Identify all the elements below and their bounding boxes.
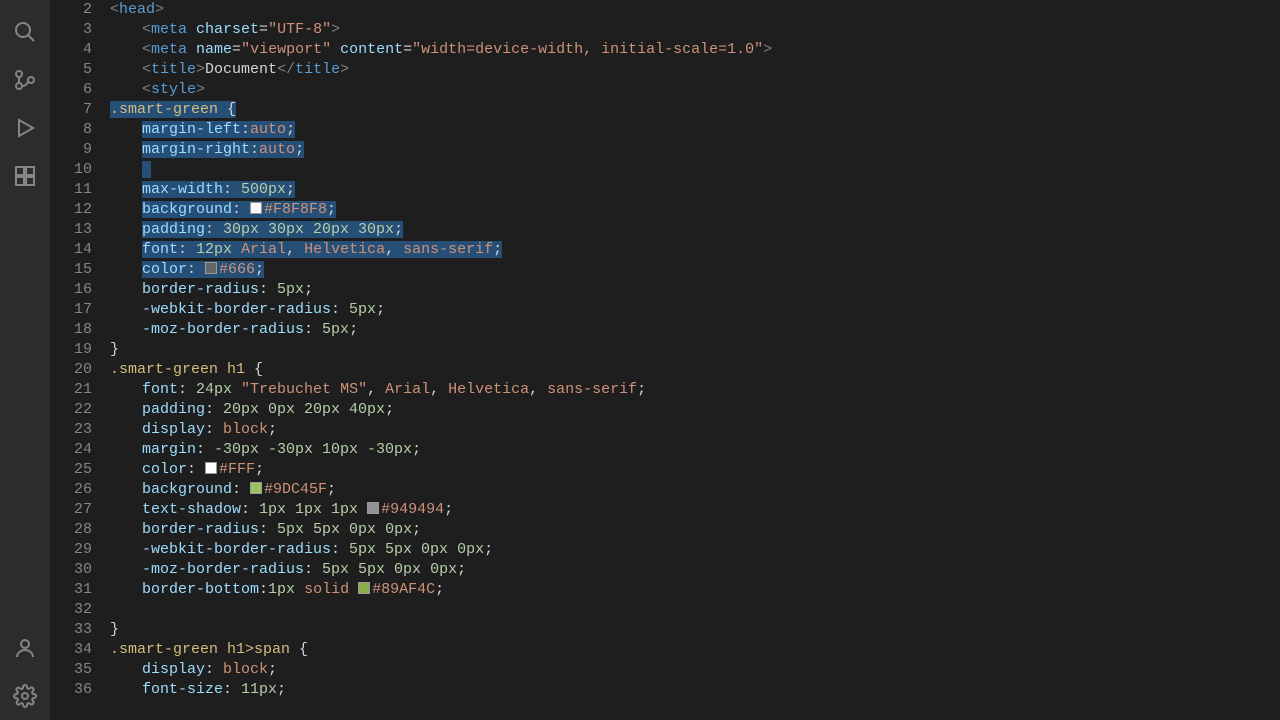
color-swatch-icon (205, 462, 217, 474)
code-line[interactable]: display: block; (110, 660, 1280, 680)
code-line[interactable]: -webkit-border-radius: 5px; (110, 300, 1280, 320)
code-line[interactable]: font-size: 11px; (110, 680, 1280, 700)
code-line[interactable]: font: 24px "Trebuchet MS", Arial, Helvet… (110, 380, 1280, 400)
line-number: 30 (50, 560, 92, 580)
code-line[interactable]: text-shadow: 1px 1px 1px #949494; (110, 500, 1280, 520)
settings-icon[interactable] (1, 672, 49, 720)
line-number: 22 (50, 400, 92, 420)
line-number: 9 (50, 140, 92, 160)
code-line[interactable] (110, 600, 1280, 620)
code-area[interactable]: <head><meta charset="UTF-8"><meta name="… (110, 0, 1280, 720)
line-number: 15 (50, 260, 92, 280)
code-line[interactable]: } (110, 620, 1280, 640)
line-number: 13 (50, 220, 92, 240)
line-number: 7 (50, 100, 92, 120)
code-line[interactable]: margin: -30px -30px 10px -30px; (110, 440, 1280, 460)
line-number: 31 (50, 580, 92, 600)
code-line[interactable]: margin-right:auto; (110, 140, 1280, 160)
source-control-icon[interactable] (1, 56, 49, 104)
code-editor[interactable]: 2345678910111213141516171819202122232425… (50, 0, 1280, 720)
code-line[interactable]: background: #9DC45F; (110, 480, 1280, 500)
code-line[interactable]: .smart-green h1 { (110, 360, 1280, 380)
code-line[interactable]: border-radius: 5px; (110, 280, 1280, 300)
line-number: 4 (50, 40, 92, 60)
color-swatch-icon (358, 582, 370, 594)
line-number: 28 (50, 520, 92, 540)
line-number: 12 (50, 200, 92, 220)
code-line[interactable]: <meta charset="UTF-8"> (110, 20, 1280, 40)
line-number: 21 (50, 380, 92, 400)
line-number: 6 (50, 80, 92, 100)
code-line[interactable]: -webkit-border-radius: 5px 5px 0px 0px; (110, 540, 1280, 560)
line-number-gutter: 2345678910111213141516171819202122232425… (50, 0, 110, 720)
code-line[interactable]: border-radius: 5px 5px 0px 0px; (110, 520, 1280, 540)
line-number: 24 (50, 440, 92, 460)
line-number: 36 (50, 680, 92, 700)
code-line[interactable]: } (110, 340, 1280, 360)
line-number: 17 (50, 300, 92, 320)
code-line[interactable]: <head> (110, 0, 1280, 20)
color-swatch-icon (205, 262, 217, 274)
line-number: 2 (50, 0, 92, 20)
line-number: 35 (50, 660, 92, 680)
code-line[interactable]: color: #FFF; (110, 460, 1280, 480)
line-number: 25 (50, 460, 92, 480)
code-line[interactable]: border-bottom:1px solid #89AF4C; (110, 580, 1280, 600)
code-line[interactable]: margin-left:auto; (110, 120, 1280, 140)
code-line[interactable] (110, 160, 1280, 180)
code-line[interactable]: font: 12px Arial, Helvetica, sans-serif; (110, 240, 1280, 260)
code-line[interactable]: -moz-border-radius: 5px; (110, 320, 1280, 340)
line-number: 5 (50, 60, 92, 80)
color-swatch-icon (250, 202, 262, 214)
code-line[interactable]: -moz-border-radius: 5px 5px 0px 0px; (110, 560, 1280, 580)
color-swatch-icon (367, 502, 379, 514)
code-line[interactable]: padding: 20px 0px 20px 40px; (110, 400, 1280, 420)
code-line[interactable]: background: #F8F8F8; (110, 200, 1280, 220)
line-number: 10 (50, 160, 92, 180)
line-number: 18 (50, 320, 92, 340)
code-line[interactable]: max-width: 500px; (110, 180, 1280, 200)
line-number: 32 (50, 600, 92, 620)
line-number: 34 (50, 640, 92, 660)
code-line[interactable]: <meta name="viewport" content="width=dev… (110, 40, 1280, 60)
line-number: 16 (50, 280, 92, 300)
line-number: 27 (50, 500, 92, 520)
line-number: 3 (50, 20, 92, 40)
color-swatch-icon (250, 482, 262, 494)
line-number: 8 (50, 120, 92, 140)
code-line[interactable]: color: #666; (110, 260, 1280, 280)
line-number: 14 (50, 240, 92, 260)
activity-bar (0, 0, 50, 720)
code-line[interactable]: <style> (110, 80, 1280, 100)
account-icon[interactable] (1, 624, 49, 672)
line-number: 11 (50, 180, 92, 200)
run-debug-icon[interactable] (1, 104, 49, 152)
code-line[interactable]: display: block; (110, 420, 1280, 440)
extensions-icon[interactable] (1, 152, 49, 200)
code-line[interactable]: padding: 30px 30px 20px 30px; (110, 220, 1280, 240)
line-number: 20 (50, 360, 92, 380)
line-number: 26 (50, 480, 92, 500)
code-line[interactable]: <title>Document</title> (110, 60, 1280, 80)
code-line[interactable]: .smart-green h1>span { (110, 640, 1280, 660)
code-line[interactable]: .smart-green { (110, 100, 1280, 120)
line-number: 33 (50, 620, 92, 640)
line-number: 23 (50, 420, 92, 440)
search-icon[interactable] (1, 8, 49, 56)
line-number: 29 (50, 540, 92, 560)
line-number: 19 (50, 340, 92, 360)
